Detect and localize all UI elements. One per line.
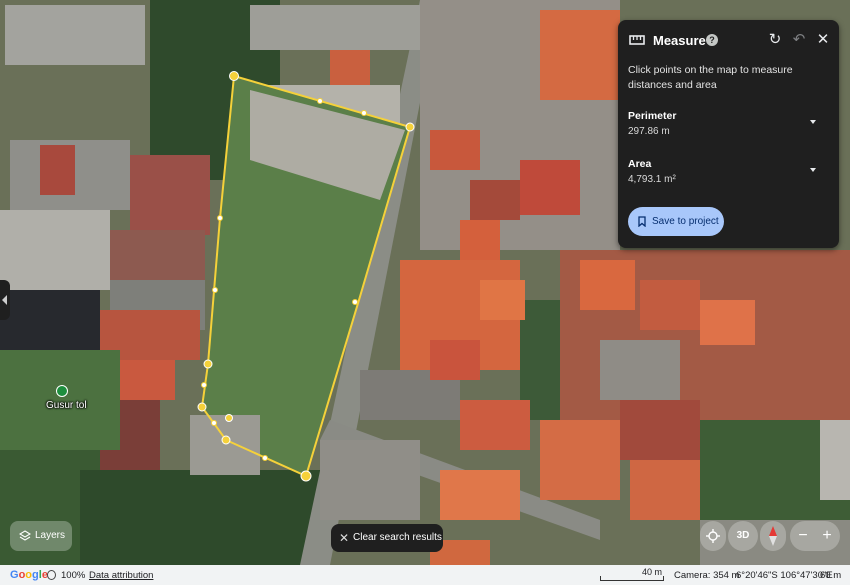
coordinates: 6°20'46"S 106°47'30"E <box>736 570 833 581</box>
status-bar: Google 100% Data attribution 40 m Camera… <box>0 565 850 585</box>
close-icon: ✕ <box>339 531 350 545</box>
perimeter-expand-icon[interactable] <box>808 118 818 126</box>
compass-button[interactable] <box>760 521 786 551</box>
area-value: 4,793.1 m² <box>628 174 676 185</box>
ground-altitude: 60 m <box>820 570 842 581</box>
save-to-project-button[interactable]: Save to project <box>628 207 724 236</box>
scale-bar <box>600 576 664 581</box>
measure-title: Measure <box>653 33 706 48</box>
help-icon[interactable]: ? <box>706 34 718 46</box>
dark-roof <box>0 290 100 360</box>
area-label: Area <box>628 158 652 170</box>
place-pin-icon[interactable] <box>56 385 68 397</box>
clear-search-results-button[interactable]: ✕ Clear search results <box>331 524 443 552</box>
camera-altitude: Camera: 354 m <box>674 570 740 581</box>
satellite-map[interactable]: Gusur tol Measure ? ↻ ↶ ✕ Click points o… <box>0 0 850 585</box>
zoom-out-button[interactable]: − <box>791 521 815 551</box>
my-location-button[interactable] <box>700 521 726 551</box>
side-panel-toggle[interactable] <box>0 280 10 320</box>
bookmark-icon <box>638 216 646 227</box>
3d-toggle-button[interactable]: 3D <box>728 521 758 551</box>
google-logo: Google <box>10 569 48 581</box>
ruler-icon <box>629 35 645 45</box>
chevron-left-icon <box>2 295 7 305</box>
zoom-ring-icon <box>47 570 56 580</box>
measure-panel-header: Measure ? ↻ ↶ ✕ <box>618 20 839 60</box>
measure-description: Click points on the map to measure dista… <box>628 64 793 91</box>
place-label[interactable]: Gusur tol <box>46 400 87 411</box>
perimeter-value: 297.86 m <box>628 126 670 137</box>
data-attribution-link[interactable]: Data attribution <box>89 570 153 581</box>
compass-icon <box>769 526 777 546</box>
perimeter-label: Perimeter <box>628 110 677 122</box>
layers-button[interactable]: Layers <box>10 521 72 551</box>
undo-icon[interactable]: ↶ <box>790 31 808 49</box>
save-label: Save to project <box>652 216 719 227</box>
clear-label: Clear search results <box>353 532 442 543</box>
measure-panel: Measure ? ↻ ↶ ✕ Click points on the map … <box>618 20 839 248</box>
zoom-in-button[interactable]: + <box>815 521 839 551</box>
layers-label: Layers <box>35 530 66 541</box>
layers-icon <box>19 530 31 541</box>
tree-canopy <box>80 470 320 565</box>
area-expand-icon[interactable] <box>808 166 818 174</box>
refresh-icon[interactable]: ↻ <box>766 31 784 49</box>
zoom-percent: 100% <box>61 570 86 581</box>
crosshair-icon <box>706 529 720 543</box>
close-icon[interactable]: ✕ <box>814 31 832 49</box>
zoom-controls: − + <box>790 521 840 551</box>
